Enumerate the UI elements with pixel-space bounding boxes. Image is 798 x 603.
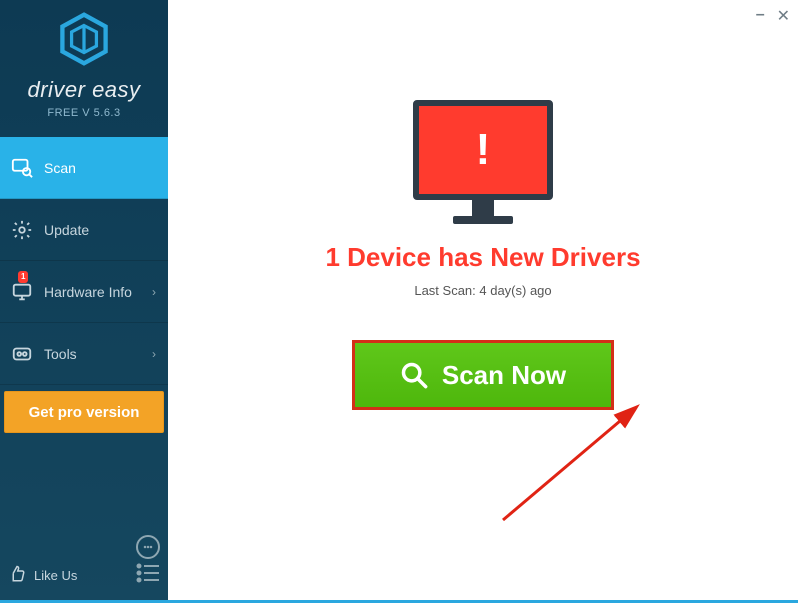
nav-item-tools[interactable]: Tools › [0, 323, 168, 385]
nav-item-label: Tools [44, 346, 77, 362]
like-us-button[interactable]: Like Us [8, 565, 77, 586]
thumb-up-icon [8, 565, 26, 586]
chevron-right-icon: › [152, 347, 156, 361]
like-us-label: Like Us [34, 568, 77, 583]
brand-block: driver easy FREE V 5.6.3 [0, 0, 168, 127]
sidebar: driver easy FREE V 5.6.3 Scan Update [0, 0, 168, 600]
feedback-icon[interactable] [136, 535, 160, 559]
sidebar-bottom: Like Us [0, 527, 168, 600]
nav-item-hardware-info[interactable]: 1 Hardware Info › [0, 261, 168, 323]
scan-icon [8, 154, 36, 182]
update-badge: 1 [18, 271, 28, 283]
annotation-arrow [498, 400, 658, 530]
brand-version: FREE V 5.6.3 [47, 107, 120, 119]
alert-monitor-icon: ! [413, 100, 553, 224]
brand-name: driver easy [27, 77, 140, 103]
get-pro-button[interactable]: Get pro version [4, 391, 164, 433]
nav-item-label: Update [44, 222, 89, 238]
scan-now-label: Scan Now [442, 360, 566, 391]
last-scan-text: Last Scan: 4 day(s) ago [414, 283, 551, 298]
chevron-right-icon: › [152, 285, 156, 299]
menu-icon[interactable] [136, 563, 160, 588]
content: ! 1 Device has New Drivers Last Scan: 4 … [168, 0, 798, 600]
nav-item-scan[interactable]: Scan [0, 137, 168, 199]
logo-icon [57, 12, 111, 71]
tools-icon [8, 340, 36, 368]
nav-item-label: Scan [44, 160, 76, 176]
nav: Scan Update 1 Hardware Info › [0, 137, 168, 433]
gear-icon [8, 216, 36, 244]
nav-item-label: Hardware Info [44, 284, 132, 300]
alert-title: 1 Device has New Drivers [325, 242, 640, 273]
scan-now-button[interactable]: Scan Now [352, 340, 614, 410]
search-icon [400, 361, 428, 389]
main-panel: – ✕ ! 1 Device has New Drivers Last Scan… [168, 0, 798, 600]
nav-item-update[interactable]: Update [0, 199, 168, 261]
